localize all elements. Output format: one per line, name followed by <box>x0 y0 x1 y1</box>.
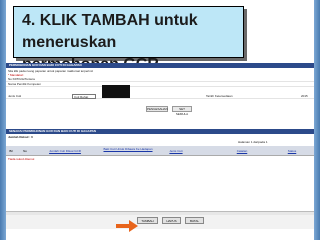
col-bil: Bil <box>9 149 13 153</box>
paging-info: Halaman 1 daripada 1 <box>238 140 268 144</box>
hapus-button[interactable]: HAPUS <box>162 217 181 224</box>
col-catatan[interactable]: Catatan <box>224 146 260 156</box>
row-nama: Nama Pemilik Kompeten <box>6 82 314 87</box>
col-status[interactable]: Status <box>274 146 310 156</box>
pointer-arrow-icon <box>129 220 138 232</box>
batal-button[interactable]: BATAL <box>185 217 204 224</box>
set-semula-button[interactable]: SET SEMULA <box>172 106 192 116</box>
section-header-permohonan: PERMOHONAN GCR DAN BAKI CUTI DI GAGAPAN <box>6 63 314 68</box>
col-jumlah-cuti[interactable]: Jumlah Cuti Dituai GCR <box>36 146 94 156</box>
col-baki-cuti[interactable]: Baki Cuti Untuk Dibawa Ke Hadapan <box>102 146 154 157</box>
row-jenis: Jenis Cuti Tarikh Ketersediaan 2015 <box>6 94 314 99</box>
app-screenshot: PERMOHONAN GCR DAN BAKI CUTI DI GAGAPAN … <box>6 63 314 229</box>
col-jenis-cuti[interactable]: Jenis Cuti <box>158 146 194 156</box>
action-bar: TAMBAH HAPUS BATAL <box>6 215 314 229</box>
label-jenis-cuti: Jenis Cuti <box>8 94 22 98</box>
jenis-cuti-select[interactable]: Cuti Rehat <box>72 94 96 99</box>
value-tarikh: 2015 <box>301 94 308 98</box>
slide: 4. KLIK TAMBAH untuk meneruskan permohon… <box>0 0 320 240</box>
label-nama: Nama Pemilik Kompeten <box>8 82 42 86</box>
label-kp: No KP/Polis/Tentera <box>8 77 35 81</box>
label-tarikh: Tarikh Ketersediaan <box>206 94 233 98</box>
section-header-senarai: SENARAI PERMOHONAN GCR DAN BAKI CUTI DI … <box>6 129 314 134</box>
slide-right-rail <box>314 0 320 240</box>
tambah-button[interactable]: TAMBAH <box>137 217 158 224</box>
table-header: Bil No Jumlah Cuti Dituai GCR Baki Cuti … <box>6 146 314 156</box>
slide-title-box: 4. KLIK TAMBAH untuk meneruskan permohon… <box>13 6 244 73</box>
col-no: No <box>23 149 27 153</box>
no-record-message: Tiada rekod ditemui <box>8 157 35 161</box>
jumlah-rekod: Jumlah Rekod : 0 <box>8 135 33 139</box>
pengesahan-button[interactable]: PENGESAHAN <box>146 106 168 112</box>
